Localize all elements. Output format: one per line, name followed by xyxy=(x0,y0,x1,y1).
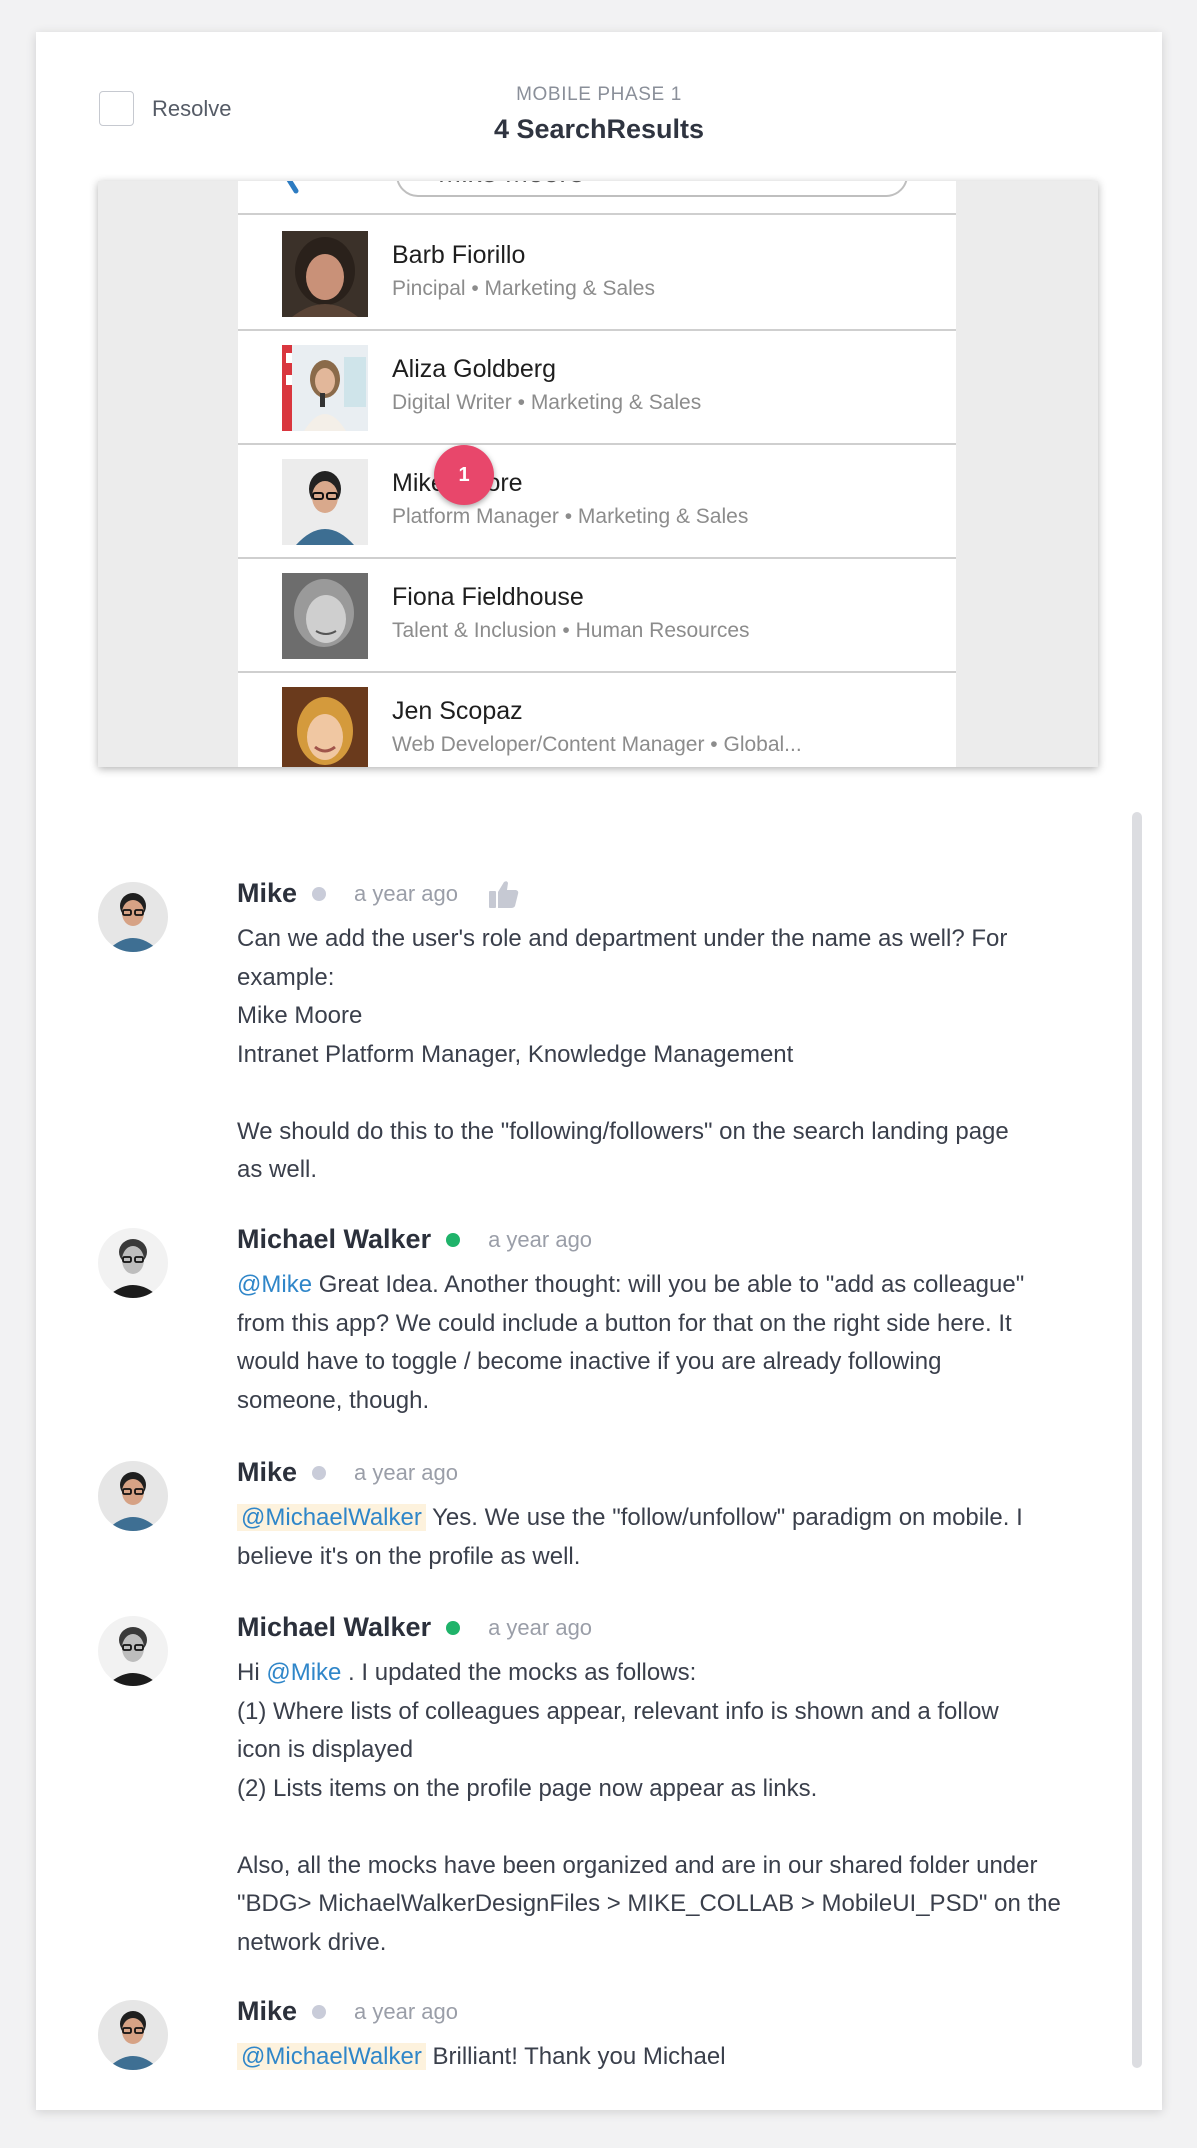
comment-line: Also, all the mocks have been organized … xyxy=(237,1851,1038,1879)
comment-author[interactable]: Mike xyxy=(237,878,297,909)
comment-line: Intranet Platform Manager, Knowledge Man… xyxy=(237,1040,794,1068)
comment-line: (1) Where lists of colleagues appear, re… xyxy=(237,1697,999,1725)
mock-person-row: Fiona Fieldhouse Talent & Inclusion • Hu… xyxy=(238,559,956,673)
presence-dot-online xyxy=(446,1620,461,1635)
comment-body: Hi @Mike . I updated the mocks as follow… xyxy=(237,1654,1107,1962)
comment-line: @MichaelWalker Brilliant! Thank you Mich… xyxy=(237,2038,1107,2077)
person-photo xyxy=(282,573,368,659)
avatar xyxy=(98,1228,168,1298)
comment-text: Great Idea. Another thought: will you be… xyxy=(312,1271,1025,1298)
comment-header: Michael Walker a year ago xyxy=(237,1224,592,1255)
mock-person-row: Aliza Goldberg Digital Writer • Marketin… xyxy=(238,331,956,445)
comment-author[interactable]: Michael Walker xyxy=(237,1224,431,1255)
mock-person-row: Mike Moore Platform Manager • Marketing … xyxy=(238,445,956,559)
comment-line: example: xyxy=(237,963,335,991)
comment-time: a year ago xyxy=(488,1226,593,1252)
comment-line: "BDG> MichaelWalkerDesignFiles > MIKE_CO… xyxy=(237,1890,1061,1917)
comment-time: a year ago xyxy=(488,1614,593,1640)
comment-text: Brilliant! Thank you Michael xyxy=(425,2043,726,2070)
avatar xyxy=(98,1461,168,1531)
comment-line: would have to toggle / become inactive i… xyxy=(237,1348,942,1375)
person-photo xyxy=(282,231,368,317)
comment-time: a year ago xyxy=(354,880,458,906)
person-photo xyxy=(282,345,368,431)
mention-tag[interactable]: @MichaelWalker xyxy=(237,1504,426,1531)
phone-mockup: Mike Moore Barb Fiorillo Pincipal • Mark… xyxy=(238,181,956,767)
annotation-marker[interactable]: 1 xyxy=(434,445,494,505)
person-meta: Digital Writer • Marketing & Sales xyxy=(392,391,702,414)
mock-person-row: Jen Scopaz Web Developer/Content Manager… xyxy=(238,673,956,767)
mock-search-input: Mike Moore xyxy=(396,181,908,197)
presence-dot-offline xyxy=(312,2004,327,2019)
comment-author[interactable]: Mike xyxy=(237,1457,297,1488)
mention-link[interactable]: @Mike xyxy=(237,1271,312,1298)
mention-tag[interactable]: @MichaelWalker xyxy=(237,2043,426,2070)
comment-line xyxy=(237,1808,1107,1847)
thumbs-up-icon[interactable] xyxy=(488,879,520,909)
screen-title: 4 SearchResults xyxy=(493,114,705,144)
person-name: Jen Scopaz xyxy=(392,697,523,725)
presence-dot-offline xyxy=(312,886,327,901)
comment-body: @Mike Great Idea. Another thought: will … xyxy=(237,1266,1107,1420)
presence-dot-online xyxy=(446,1232,461,1247)
comment-line: someone, though. xyxy=(237,1386,430,1414)
mention-link[interactable]: @Mike xyxy=(266,1659,341,1686)
comment-line xyxy=(237,1074,1107,1113)
mock-search-bar: Mike Moore xyxy=(238,181,956,215)
comment-line: Mike Moore xyxy=(237,1002,363,1029)
comment-line: Hi @Mike . I updated the mocks as follow… xyxy=(237,1654,1107,1693)
person-name: Aliza Goldberg xyxy=(392,355,556,383)
person-meta: Pincipal • Marketing & Sales xyxy=(392,277,655,300)
comment-text: Yes. We use the "follow/unfollow" paradi… xyxy=(425,1504,1023,1531)
comment-line: Can we add the user's role and departmen… xyxy=(237,925,1008,952)
comment-panel: Resolve MOBILE PHASE 1 4 SearchResults M… xyxy=(36,32,1162,2110)
comment-header: Michael Walker a year ago xyxy=(237,1612,592,1643)
comment-time: a year ago xyxy=(354,1459,458,1485)
person-name: Fiona Fieldhouse xyxy=(392,583,584,611)
avatar xyxy=(98,1616,168,1686)
comment-line: icon is displayed xyxy=(237,1736,414,1763)
comment-author[interactable]: Michael Walker xyxy=(237,1612,431,1643)
comment-header: Mike a year ago xyxy=(237,878,520,909)
comment-text: . I updated the mocks as follows: xyxy=(341,1659,697,1686)
mock-person-row: Barb Fiorillo Pincipal • Marketing & Sal… xyxy=(238,217,956,331)
comment-line: We should do this to the "following/foll… xyxy=(237,1117,1009,1145)
comment-body: @MichaelWalker Brilliant! Thank you Mich… xyxy=(237,2038,1107,2077)
comment-header: Mike a year ago xyxy=(237,1457,458,1488)
person-meta: Platform Manager • Marketing & Sales xyxy=(392,505,749,528)
comment-line: @MichaelWalker Yes. We use the "follow/u… xyxy=(237,1499,1107,1538)
comment-author[interactable]: Mike xyxy=(237,1996,297,2027)
comment-line: @Mike Great Idea. Another thought: will … xyxy=(237,1266,1107,1305)
avatar xyxy=(98,882,168,952)
comment-line: network drive. xyxy=(237,1928,387,1956)
presence-dot-offline xyxy=(312,1465,327,1480)
comments-scrollbar[interactable] xyxy=(1132,812,1142,2068)
avatar xyxy=(98,2000,168,2070)
comment-line: believe it's on the profile as well. xyxy=(237,1542,581,1570)
mock-search-icon xyxy=(286,181,299,194)
comment-time: a year ago xyxy=(354,1998,458,2024)
comment-body: @MichaelWalker Yes. We use the "follow/u… xyxy=(237,1499,1107,1576)
comment-header: Mike a year ago xyxy=(237,1996,458,2027)
comment-line: (2) Lists items on the profile page now … xyxy=(237,1774,818,1802)
person-photo xyxy=(282,459,368,545)
comment-text: Hi xyxy=(237,1659,267,1686)
person-meta: Web Developer/Content Manager • Global..… xyxy=(392,733,802,756)
person-meta: Talent & Inclusion • Human Resources xyxy=(392,619,750,642)
comment-body: Can we add the user's role and departmen… xyxy=(237,920,1107,1190)
person-photo xyxy=(282,687,368,767)
screen-preview[interactable]: Mike Moore Barb Fiorillo Pincipal • Mark… xyxy=(98,181,1098,767)
phase-label: MOBILE PHASE 1 xyxy=(516,84,682,105)
person-name: Barb Fiorillo xyxy=(392,241,526,269)
comment-line: from this app? We could include a button… xyxy=(237,1309,1012,1337)
comment-line: as well. xyxy=(237,1156,318,1183)
